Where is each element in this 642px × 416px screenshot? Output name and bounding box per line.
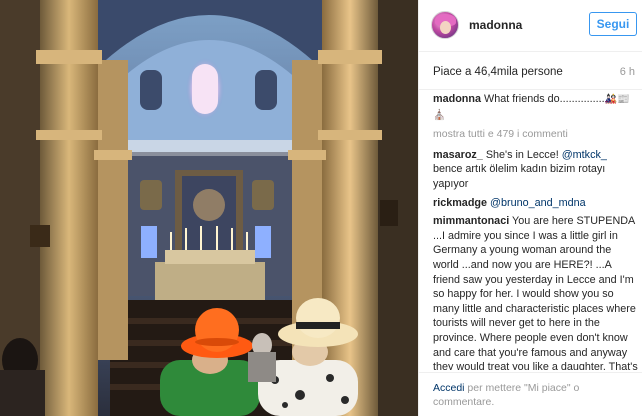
comment-username[interactable]: rickmadge (433, 197, 487, 209)
comment-text: You are here STUPENDA ...I admire you si… (433, 215, 638, 370)
post-sidebar: madonna Segui Piace a 46,4mila persone 6… (418, 0, 642, 416)
post-image (0, 0, 418, 416)
likes-count[interactable]: Piace a 46,4mila persone (433, 66, 563, 78)
caption: madonna What friends do...............🎎📰… (433, 92, 638, 123)
login-link[interactable]: Accedi (433, 382, 465, 394)
comment-item: mimmantonaci You are here STUPENDA ...I … (433, 214, 638, 370)
comment-text: She's in Lecce! (485, 148, 562, 161)
caption-text: What friends do............... (484, 93, 605, 105)
post-time[interactable]: 6 h (620, 66, 635, 78)
post-footer: Accedi per mettere "Mi piace" o commenta… (419, 372, 642, 416)
comments-list: madonna What friends do...............🎎📰… (433, 92, 638, 370)
follow-button[interactable]: Segui (589, 12, 637, 36)
post-stats: Piace a 46,4mila persone 6 h (419, 52, 642, 90)
login-prompt: Accedi per mettere "Mi piace" o commenta… (433, 381, 633, 409)
comment-text-rest: bence artık ölelim kadın bizim rotayı ya… (433, 163, 606, 190)
show-all-comments-link[interactable]: mostra tutti e 479 i commenti (433, 127, 638, 142)
comment-mention[interactable]: @bruno_and_mdna (490, 197, 586, 209)
comment-mention[interactable]: @mtkck_ (562, 149, 607, 161)
post-header: madonna Segui (419, 0, 642, 52)
caption-username[interactable]: madonna (433, 93, 481, 105)
comment-username[interactable]: mimmantonaci (433, 215, 509, 227)
avatar-face (440, 21, 451, 34)
comment-username[interactable]: masaroz_ (433, 149, 483, 161)
avatar[interactable] (431, 11, 459, 39)
username[interactable]: madonna (469, 18, 522, 32)
comment-item: rickmadge @bruno_and_mdna (433, 196, 638, 211)
comment-item: masaroz_ She's in Lecce! @mtkck_ bence a… (433, 148, 638, 192)
